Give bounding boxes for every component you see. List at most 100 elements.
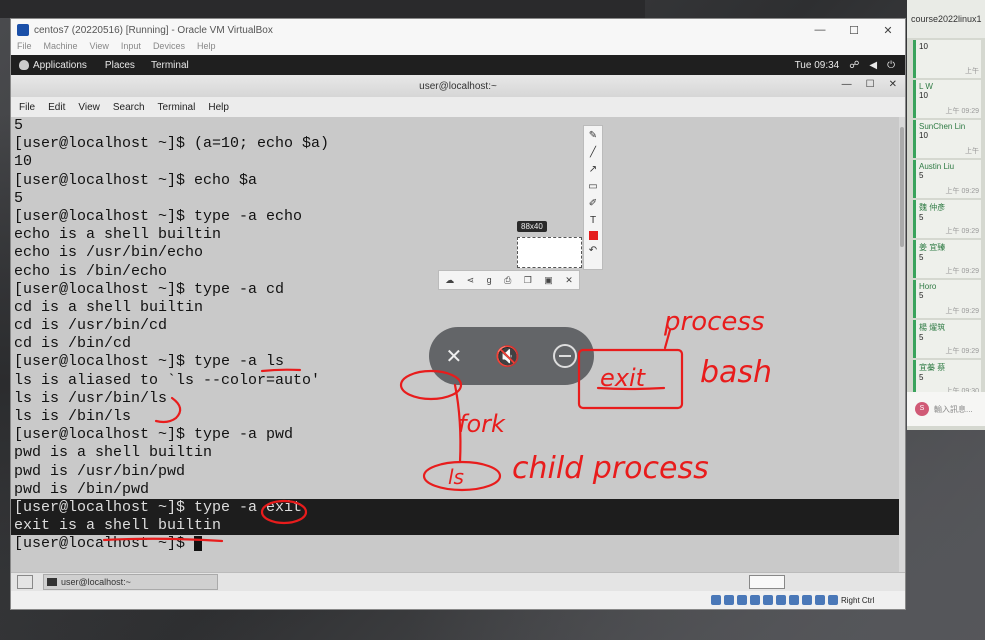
network-adapter-icon[interactable] <box>750 595 760 605</box>
chat-content: 10 <box>919 91 928 100</box>
share-icon[interactable]: ⋖ <box>467 275 475 286</box>
text-icon[interactable]: T <box>590 214 596 227</box>
term-menu-file[interactable]: File <box>19 102 35 113</box>
chat-message[interactable]: L W 10 上午 09:29 <box>913 80 981 118</box>
chat-message[interactable]: 魏 仲彥 5 上午 09:29 <box>913 200 981 238</box>
chat-content: 5 <box>919 291 924 300</box>
chat-message[interactable]: 楊 燿筑 5 上午 09:29 <box>913 320 981 358</box>
terminal-line: [user@localhost ~]$ type -a pwd <box>14 426 294 444</box>
usb-icon[interactable] <box>763 595 773 605</box>
chat-name: 魏 仲彥 <box>919 203 946 212</box>
close-button[interactable]: ✕ <box>871 24 905 37</box>
capture-icon[interactable] <box>802 595 812 605</box>
terminal-scrollbar[interactable] <box>899 117 905 578</box>
chat-message[interactable]: SunChen Lin 10 上午 <box>913 120 981 158</box>
chat-message[interactable]: Austin Liu 5 上午 09:29 <box>913 160 981 198</box>
chat-input-placeholder: 輸入訊息... <box>934 404 973 414</box>
upload-icon[interactable]: ☁ <box>445 275 454 286</box>
term-menu-help[interactable]: Help <box>208 102 229 113</box>
applications-label: Applications <box>33 59 87 71</box>
chat-message[interactable]: Horo 5 上午 09:29 <box>913 280 981 318</box>
taskbar-item-label: user@localhost:~ <box>61 577 131 587</box>
terminal-maximize-button[interactable]: ☐ <box>866 79 875 90</box>
vbox-title: centos7 (20220516) [Running] - Oracle VM… <box>34 24 273 36</box>
terminal-close-button[interactable]: ✕ <box>889 79 897 90</box>
search-icon[interactable]: g <box>487 275 492 285</box>
places-menu[interactable]: Places <box>105 60 135 71</box>
chat-message[interactable]: 10 上午 <box>913 40 981 78</box>
applications-menu[interactable]: Applications <box>11 60 87 71</box>
workspace-switcher[interactable] <box>749 575 785 589</box>
pen-icon[interactable]: ✎ <box>589 129 597 142</box>
terminal-line: [user@localhost ~]$ (a=10; echo $a) <box>14 135 330 153</box>
chat-content: 5 <box>919 171 924 180</box>
line-icon[interactable]: ╱ <box>590 146 596 159</box>
terminal-line: pwd is /bin/pwd <box>14 480 150 498</box>
cpu-icon[interactable] <box>815 595 825 605</box>
mute-icon[interactable]: 🔇 <box>495 344 520 369</box>
show-desktop-icon[interactable] <box>17 575 33 589</box>
terminal-title: user@localhost:~ <box>419 80 497 92</box>
terminal-line: pwd is a shell builtin <box>14 444 213 462</box>
clock[interactable]: Tue 09:34 <box>795 60 840 71</box>
chat-content: 10 <box>919 42 928 51</box>
chat-panel: course2022linux1 10 上午 L W 10 上午 09:29 SunC… <box>907 0 985 430</box>
window-controls: — ☐ ✕ <box>803 24 905 37</box>
shared-folder-icon[interactable] <box>776 595 786 605</box>
term-menu-view[interactable]: View <box>78 102 100 113</box>
rectangle-icon[interactable]: ▭ <box>588 180 597 193</box>
vbox-menu-help[interactable]: Help <box>197 41 216 55</box>
chat-content: 5 <box>919 213 924 222</box>
system-tray[interactable]: ☍ ◀ ⏻ <box>849 60 895 71</box>
power-icon: ⏻ <box>887 59 895 71</box>
screenshot-action-bar: ☁ ⋖ g ⎙ ❐ ▣ ✕ <box>438 270 580 290</box>
mouse-integration-icon[interactable] <box>828 595 838 605</box>
chat-time: 上午 09:29 <box>945 348 979 355</box>
terminal-titlebar: user@localhost:~ — ☐ ✕ <box>11 75 905 97</box>
terminal-line: echo is a shell builtin <box>14 226 222 244</box>
chat-time: 上午 <box>965 68 979 75</box>
vbox-menu-input[interactable]: Input <box>121 41 141 55</box>
undo-icon[interactable]: ↶ <box>589 244 597 257</box>
stop-icon[interactable] <box>553 344 578 368</box>
copy-icon[interactable]: ❐ <box>524 275 532 286</box>
vbox-menu-machine[interactable]: Machine <box>44 41 78 55</box>
chat-time: 上午 09:29 <box>945 228 979 235</box>
chat-message[interactable]: 姜 宜臻 5 上午 09:29 <box>913 240 981 278</box>
chat-input[interactable]: S 輸入訊息... <box>907 392 985 426</box>
vbox-menu-devices[interactable]: Devices <box>153 41 185 55</box>
terminal-menu[interactable]: Terminal <box>151 60 189 71</box>
audio-icon[interactable] <box>737 595 747 605</box>
term-menu-edit[interactable]: Edit <box>48 102 65 113</box>
terminal-minimize-button[interactable]: — <box>842 79 852 90</box>
vbox-titlebar: centos7 (20220516) [Running] - Oracle VM… <box>11 19 905 41</box>
hdd-icon[interactable] <box>711 595 721 605</box>
close-icon[interactable]: ✕ <box>565 275 573 286</box>
term-menu-search[interactable]: Search <box>113 102 145 113</box>
optical-icon[interactable] <box>724 595 734 605</box>
pin-off-icon[interactable]: ✕ <box>446 344 463 369</box>
chat-time: 上午 09:29 <box>945 188 979 195</box>
chat-time: 上午 09:29 <box>945 108 979 115</box>
vbox-menu-file[interactable]: File <box>17 41 32 55</box>
term-menu-terminal[interactable]: Terminal <box>158 102 196 113</box>
volume-icon: ◀ <box>869 59 878 71</box>
host-key-label: Right Ctrl <box>841 595 875 605</box>
save-icon[interactable]: ▣ <box>544 275 553 286</box>
color-swatch[interactable] <box>588 231 598 240</box>
scrollbar-thumb[interactable] <box>900 127 904 247</box>
vbox-menu-view[interactable]: View <box>90 41 109 55</box>
chat-time: 上午 09:29 <box>945 308 979 315</box>
minimize-button[interactable]: — <box>803 24 837 37</box>
maximize-button[interactable]: ☐ <box>837 24 871 37</box>
display-icon[interactable] <box>789 595 799 605</box>
print-icon[interactable]: ⎙ <box>504 275 511 286</box>
terminal-prompt-line: [user@localhost ~]$ <box>11 535 899 553</box>
chat-content: 5 <box>919 333 924 342</box>
arrow-icon[interactable]: ↗ <box>589 163 597 176</box>
selection-area[interactable] <box>517 237 582 268</box>
terminal-line: pwd is /usr/bin/pwd <box>14 462 186 480</box>
taskbar-item-terminal[interactable]: user@localhost:~ <box>43 574 218 590</box>
marker-icon[interactable]: ✐ <box>589 197 597 210</box>
virtualbox-icon <box>17 24 29 36</box>
